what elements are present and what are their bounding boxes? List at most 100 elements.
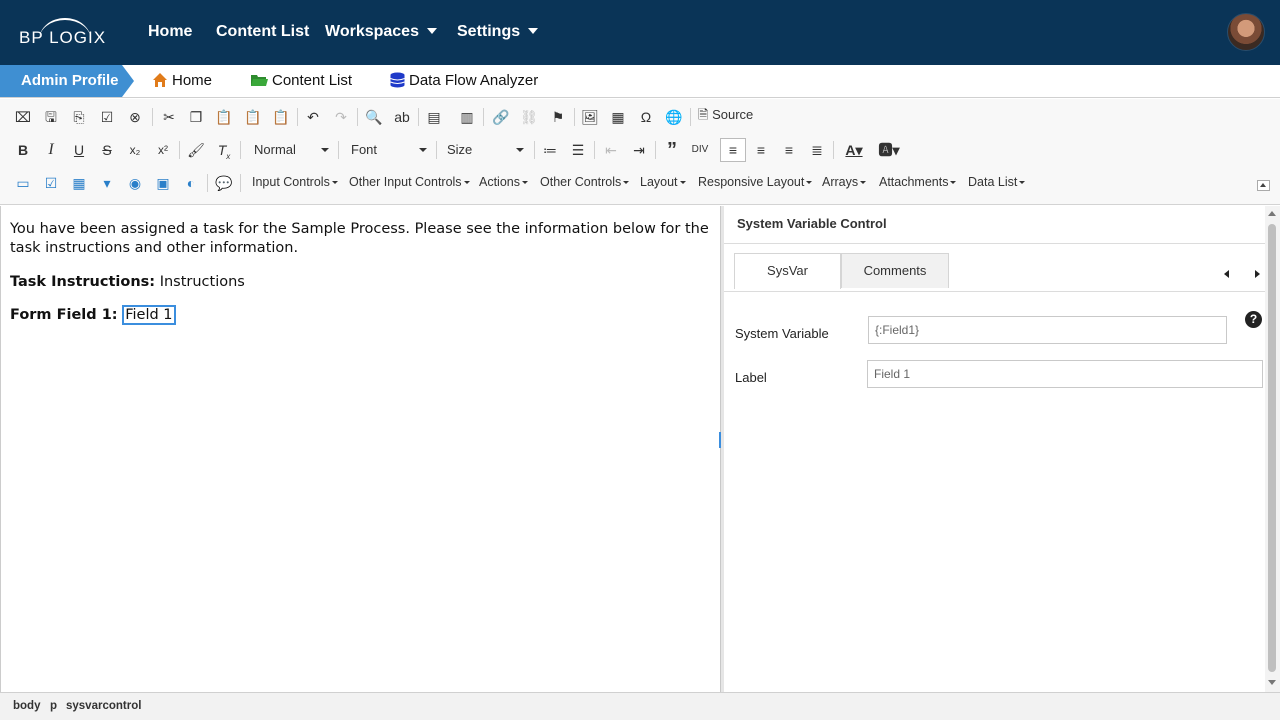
special-char-icon[interactable]: Ω: [635, 106, 657, 128]
nav-settings[interactable]: Settings: [457, 23, 539, 41]
nav-settings-label: Settings: [457, 23, 521, 40]
system-variable-input[interactable]: {:Field1}: [868, 316, 1227, 344]
cancel-icon[interactable]: ⊗: [124, 106, 146, 128]
menu-other-input-controls[interactable]: Other Input Controls: [349, 175, 470, 189]
bold-icon[interactable]: B: [12, 139, 34, 161]
iframe-globe-icon[interactable]: 🌐: [663, 106, 685, 128]
undo-icon[interactable]: ↶: [302, 106, 324, 128]
tab-sysvar[interactable]: SysVar: [734, 253, 841, 289]
nav-workspaces[interactable]: Workspaces: [325, 23, 437, 41]
unlink-icon[interactable]: ⛓: [518, 106, 540, 128]
italic-icon[interactable]: I: [40, 139, 62, 161]
checkbox-control-icon[interactable]: ☑: [40, 172, 62, 194]
toggle-control-icon[interactable]: ◐: [180, 172, 202, 194]
date-control-icon[interactable]: ▦: [68, 172, 90, 194]
menu-responsive-layout[interactable]: Responsive Layout: [698, 175, 813, 189]
form-field-paragraph: Form Field 1: Field 1: [10, 305, 176, 325]
cut-icon[interactable]: ✂: [158, 106, 180, 128]
spellcheck-icon[interactable]: ▥: [456, 106, 478, 128]
source-button[interactable]: 🗎 Source: [698, 106, 753, 128]
clear-form-icon[interactable]: ⌧: [12, 106, 34, 128]
redo-icon[interactable]: ↷: [330, 106, 352, 128]
menu-label: Attachments: [879, 175, 949, 189]
image-icon[interactable]: 🖼: [579, 106, 601, 128]
bullet-list-icon[interactable]: ☰: [567, 139, 589, 161]
path-p[interactable]: p: [50, 700, 57, 712]
tab-comments[interactable]: Comments: [841, 253, 949, 288]
save-icon[interactable]: 🖫: [40, 106, 62, 128]
find-icon[interactable]: 🔍: [363, 106, 385, 128]
underline-icon[interactable]: U: [68, 139, 90, 161]
select-all-icon[interactable]: ▤: [423, 106, 445, 128]
sysvar-field-control[interactable]: Field 1: [122, 305, 176, 325]
table-icon[interactable]: ▦: [607, 106, 629, 128]
menu-label: Other Input Controls: [349, 175, 462, 189]
nav-home[interactable]: Home: [148, 23, 192, 41]
menu-actions[interactable]: Actions: [479, 175, 528, 189]
save-as-icon[interactable]: ⎘: [68, 106, 90, 128]
blockquote-icon[interactable]: ”: [661, 139, 683, 161]
textbox-control-icon[interactable]: ▭: [12, 172, 34, 194]
outdent-icon[interactable]: ⇤: [600, 139, 622, 161]
task-instructions-paragraph: Task Instructions: Instructions: [10, 273, 245, 292]
remove-format-icon[interactable]: Tx: [213, 139, 235, 161]
justify-icon[interactable]: ≣: [806, 139, 828, 161]
form-control-icon[interactable]: ▣: [152, 172, 174, 194]
numbered-list-icon[interactable]: ≔: [539, 139, 561, 161]
logo-text: BP LOGIX: [19, 28, 107, 47]
radio-control-icon[interactable]: ◉: [124, 172, 146, 194]
menu-layout[interactable]: Layout: [640, 175, 686, 189]
format-select[interactable]: Normal: [249, 139, 333, 161]
breadcrumb: Admin Profile Home Content List Data Flo…: [0, 65, 1280, 98]
background-color-icon[interactable]: 🅰▾: [876, 139, 902, 161]
help-icon[interactable]: ?: [1245, 311, 1262, 328]
text-color-icon[interactable]: A▾: [841, 139, 867, 161]
paste-icon[interactable]: 📋: [213, 106, 235, 128]
tab-scroll-right-icon[interactable]: [1255, 270, 1260, 278]
tab-scroll-left-icon[interactable]: [1224, 270, 1229, 278]
menu-attachments[interactable]: Attachments: [879, 175, 957, 189]
align-right-icon[interactable]: ≡: [778, 139, 800, 161]
collapse-toolbar-button[interactable]: [1257, 180, 1270, 191]
scroll-up-icon[interactable]: [1268, 211, 1276, 216]
anchor-flag-icon[interactable]: ⚑: [547, 106, 569, 128]
dropdown-control-icon[interactable]: ▾: [96, 172, 118, 194]
path-body[interactable]: body: [13, 700, 40, 712]
subscript-icon[interactable]: x₂: [124, 139, 146, 161]
strikethrough-icon[interactable]: S: [96, 139, 118, 161]
menu-arrays[interactable]: Arrays: [822, 175, 867, 189]
breadcrumb-data-flow-analyzer[interactable]: Data Flow Analyzer: [390, 65, 538, 97]
menu-data-list[interactable]: Data List: [968, 175, 1026, 189]
size-select[interactable]: Size: [442, 139, 528, 161]
align-center-icon[interactable]: ≡: [750, 139, 772, 161]
label-input[interactable]: Field 1: [867, 360, 1263, 388]
paste-text-icon[interactable]: 📋: [242, 106, 264, 128]
splitter-handle[interactable]: [719, 432, 722, 448]
bp-logix-logo[interactable]: BP LOGIX: [19, 18, 105, 48]
nav-content-list[interactable]: Content List: [216, 23, 309, 41]
font-select[interactable]: Font: [346, 139, 431, 161]
breadcrumb-home[interactable]: Home: [152, 65, 212, 97]
indent-icon[interactable]: ⇥: [628, 139, 650, 161]
breadcrumb-admin-profile[interactable]: Admin Profile: [0, 65, 134, 97]
align-left-icon[interactable]: ≡: [722, 139, 744, 161]
div-container-icon[interactable]: DIV: [689, 139, 711, 161]
copy-format-icon[interactable]: 🖌: [185, 139, 207, 161]
scroll-down-icon[interactable]: [1268, 680, 1276, 685]
superscript-icon[interactable]: x²: [152, 139, 174, 161]
path-sysvarcontrol[interactable]: sysvarcontrol: [66, 700, 141, 712]
menu-other-controls[interactable]: Other Controls: [540, 175, 630, 189]
breadcrumb-content-list[interactable]: Content List: [250, 65, 352, 97]
menu-input-controls[interactable]: Input Controls: [252, 175, 338, 189]
save-check-icon[interactable]: ☑: [96, 106, 118, 128]
replace-icon[interactable]: ab: [391, 106, 413, 128]
comment-control-icon[interactable]: 💬: [213, 172, 235, 194]
user-avatar[interactable]: [1227, 13, 1265, 51]
breadcrumb-home-label: Home: [172, 72, 213, 89]
editor-content[interactable]: You have been assigned a task for the Sa…: [0, 206, 720, 692]
paste-word-icon[interactable]: 📋: [270, 106, 292, 128]
panel-scrollbar[interactable]: [1265, 206, 1280, 692]
link-icon[interactable]: 🔗: [490, 106, 512, 128]
scrollbar-thumb[interactable]: [1268, 224, 1276, 672]
copy-icon[interactable]: ❐: [185, 106, 207, 128]
